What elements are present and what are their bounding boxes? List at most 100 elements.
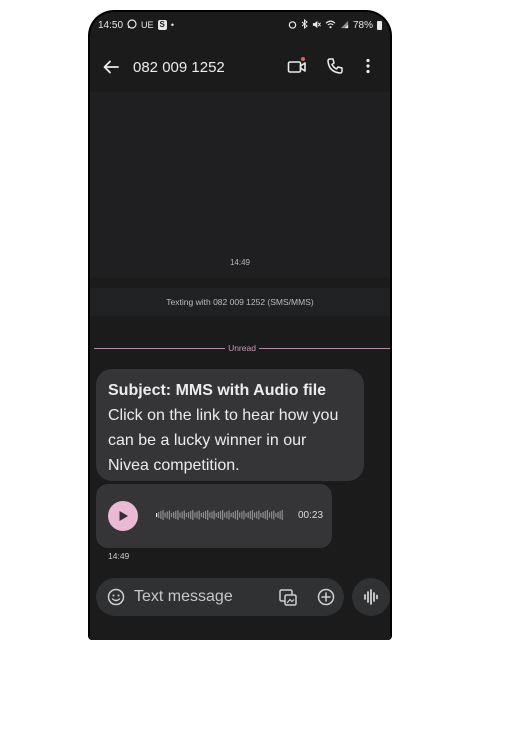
waveform-bar <box>168 510 170 520</box>
waveform-bar <box>279 511 281 519</box>
message-body-line: Click on the link to hear how you <box>108 407 339 424</box>
text-message-input[interactable] <box>134 587 274 607</box>
waveform-bar <box>266 510 268 520</box>
phone-frame: 14:50 UE S • 78% 082 009 1252 14:49 Text… <box>88 10 392 640</box>
waveform-bar <box>224 512 226 518</box>
waveform-bar <box>213 510 215 520</box>
battery-icon <box>377 20 382 30</box>
waveform-bar <box>260 513 262 517</box>
waveform-bar <box>262 512 264 518</box>
message-body-line: can be a lucky winner in our <box>108 432 307 449</box>
waveform-bar <box>166 511 168 519</box>
waveform-bar <box>230 513 232 517</box>
dot-icon: • <box>170 20 175 30</box>
phone-call-icon[interactable] <box>326 57 344 75</box>
more-vert-icon[interactable] <box>362 57 374 75</box>
play-icon <box>119 511 128 521</box>
audio-duration: 00:23 <box>298 510 324 521</box>
waveform-bar <box>253 512 256 518</box>
status-time: 14:50 <box>98 19 124 31</box>
waveform-bar <box>256 511 258 519</box>
mute-icon <box>312 20 321 31</box>
waveform-bar <box>234 511 237 519</box>
bluetooth-icon <box>301 18 308 31</box>
emoji-icon[interactable] <box>106 587 126 607</box>
waveform-bar <box>198 510 200 520</box>
timestamp-top: 14:49 <box>229 258 251 267</box>
battery-percent: 78% <box>352 19 373 31</box>
waveform-bar <box>236 510 239 520</box>
waveform-bar <box>207 510 209 520</box>
waveform-bar <box>173 512 175 518</box>
waveform-bar <box>226 511 228 519</box>
waveform-bar <box>273 510 275 520</box>
waveform-bar <box>222 510 224 520</box>
waveform-bar <box>264 511 266 519</box>
waveform-bar <box>179 512 181 518</box>
waveform-bar <box>204 511 207 519</box>
waveform-bar <box>281 510 283 520</box>
status-left: 14:50 UE S • <box>98 19 174 31</box>
message-bubble[interactable]: Subject: MMS with Audio file Click on th… <box>96 369 364 481</box>
voice-icon <box>364 589 378 605</box>
waveform-bar <box>160 511 162 519</box>
back-arrow-icon[interactable] <box>102 58 120 76</box>
compose-bar <box>96 578 344 616</box>
waveform-bar <box>209 512 211 518</box>
play-button[interactable] <box>108 501 138 531</box>
waveform-bar <box>187 512 190 518</box>
waveform-bar <box>258 510 260 520</box>
waveform-bar <box>185 513 188 517</box>
waveform-bar <box>181 511 183 519</box>
unread-line-left <box>94 347 226 349</box>
waveform-bar <box>243 510 245 520</box>
wifi-icon <box>325 20 336 31</box>
waveform-bar <box>268 512 271 518</box>
whatsapp-icon <box>127 19 137 31</box>
waveform-bar <box>202 512 205 518</box>
waveform-bar <box>217 512 219 518</box>
alarm-icon <box>288 20 297 31</box>
waveform-bar <box>196 511 198 519</box>
waveform-bar <box>215 513 217 517</box>
app-bar: 082 009 1252 <box>90 50 390 84</box>
gallery-icon[interactable] <box>278 587 298 607</box>
waveform-bar <box>200 513 202 517</box>
unread-line-right <box>258 347 390 349</box>
waveform-bar <box>219 511 222 519</box>
add-icon[interactable] <box>316 587 336 607</box>
message-subject: Subject: MMS with Audio file <box>108 382 327 399</box>
waveform-bar <box>228 510 230 520</box>
waveform-bar <box>277 512 279 518</box>
waveform-bar <box>247 512 249 518</box>
timestamp-bottom: 14:49 <box>108 551 130 561</box>
waveform-bar <box>211 511 213 519</box>
audio-message-bubble[interactable]: 00:23 <box>96 484 332 548</box>
unread-divider: Unread <box>94 342 390 354</box>
waveform-bar <box>192 510 194 520</box>
ue-icon: UE <box>141 20 154 30</box>
audio-waveform[interactable] <box>156 509 284 521</box>
waveform-bar <box>249 511 251 519</box>
waveform-bar <box>271 511 273 519</box>
waveform-bar <box>175 511 177 519</box>
waveform-bar <box>245 513 247 517</box>
waveform-bar <box>164 512 166 518</box>
conversation-history[interactable] <box>90 92 390 278</box>
waveform-bar <box>239 512 241 518</box>
voice-button[interactable] <box>352 578 390 616</box>
waveform-bar <box>162 510 164 520</box>
waveform-bar <box>232 512 234 518</box>
texting-with-text: Texting with 082 009 1252 (SMS/MMS) <box>166 297 314 307</box>
waveform-bar <box>194 512 196 518</box>
video-badge-dot <box>301 57 305 61</box>
screen: 14:50 UE S • 78% 082 009 1252 14:49 Text… <box>90 12 390 640</box>
signal-icon <box>340 20 349 31</box>
texting-with-banner: Texting with 082 009 1252 (SMS/MMS) <box>90 288 390 316</box>
s-app-icon: S <box>157 20 167 30</box>
waveform-bar <box>170 513 173 517</box>
status-right: 78% <box>288 18 382 31</box>
waveform-bar <box>275 513 277 517</box>
contact-name[interactable]: 082 009 1252 <box>133 59 225 76</box>
waveform-bar <box>177 510 179 520</box>
